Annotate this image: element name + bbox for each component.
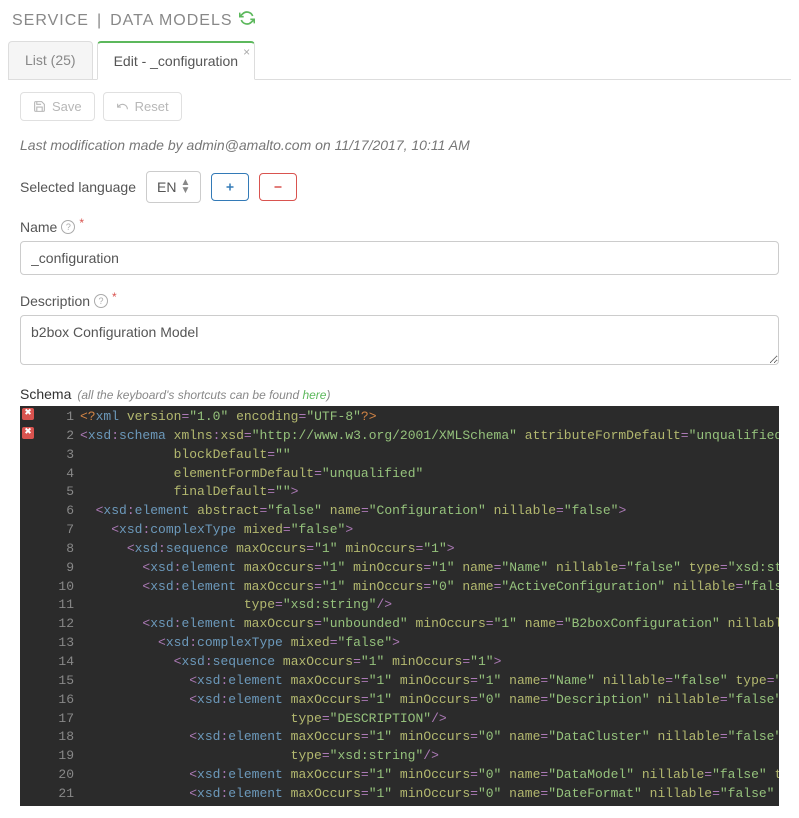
name-label: Name	[20, 219, 57, 235]
tab-content: Save Reset Last modification made by adm…	[0, 80, 799, 818]
language-label: Selected language	[20, 179, 136, 195]
shortcuts-link[interactable]: here	[302, 388, 326, 402]
tab-list[interactable]: List (25)	[8, 41, 93, 79]
name-input[interactable]	[20, 241, 779, 275]
language-select[interactable]: EN ▲▼	[146, 171, 201, 203]
help-icon[interactable]: ?	[94, 294, 108, 308]
required-indicator: *	[112, 290, 117, 304]
description-label: Description	[20, 293, 90, 309]
minus-icon	[272, 181, 284, 193]
save-button[interactable]: Save	[20, 92, 95, 121]
header-section: DATA MODELS	[110, 12, 232, 30]
plus-icon	[224, 181, 236, 193]
header-service: SERVICE	[12, 12, 89, 30]
schema-editor[interactable]: ✖1 ✖2 3 4 5 6 7 8 9 10 11 12 13 14 15 16…	[20, 406, 779, 806]
schema-hint: (all the keyboard's shortcuts can be fou…	[77, 388, 330, 402]
help-icon[interactable]: ?	[61, 220, 75, 234]
required-indicator: *	[79, 216, 84, 230]
description-input[interactable]: b2box Configuration Model	[20, 315, 779, 365]
header-divider: |	[97, 12, 102, 30]
add-language-button[interactable]	[211, 173, 249, 201]
close-icon[interactable]: ×	[243, 45, 250, 59]
description-group: Description ? * b2box Configuration Mode…	[20, 293, 779, 368]
caret-icon: ▲▼	[180, 179, 190, 195]
schema-header: Schema (all the keyboard's shortcuts can…	[20, 386, 779, 402]
undo-icon	[116, 100, 129, 113]
tabs: List (25) Edit - _configuration ×	[8, 41, 791, 80]
toolbar: Save Reset	[20, 92, 779, 121]
tab-edit[interactable]: Edit - _configuration ×	[97, 41, 256, 80]
remove-language-button[interactable]	[259, 173, 297, 201]
page-header: SERVICE | DATA MODELS	[0, 0, 799, 41]
language-row: Selected language EN ▲▼	[20, 171, 779, 203]
save-icon	[33, 100, 46, 113]
last-modification: Last modification made by admin@amalto.c…	[20, 137, 779, 153]
reset-button[interactable]: Reset	[103, 92, 182, 121]
name-group: Name ? *	[20, 219, 779, 275]
schema-label: Schema	[20, 386, 71, 402]
error-icon[interactable]: ✖	[22, 427, 34, 439]
error-icon[interactable]: ✖	[22, 408, 34, 420]
refresh-icon[interactable]	[239, 10, 255, 31]
